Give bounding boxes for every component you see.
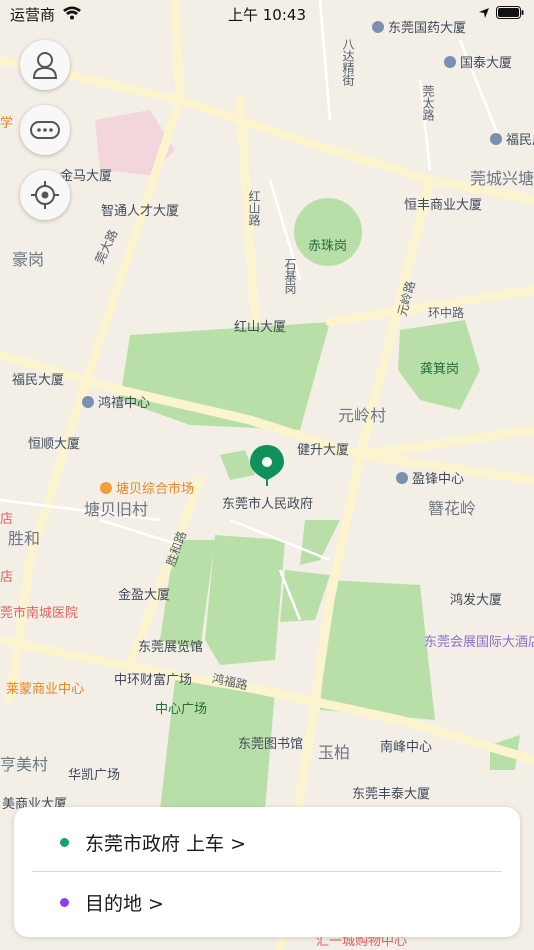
map-label: 福民广场 [490, 133, 534, 149]
destination-dot-icon [60, 897, 69, 907]
map-label: 学 [0, 116, 14, 131]
map-label: 元岭村 [338, 406, 387, 425]
map-label: 店 [0, 512, 14, 527]
map-label: 智通人才大厦 [101, 204, 180, 219]
building-icon [444, 56, 456, 68]
location-arrow-icon [479, 7, 489, 18]
map-label: 豪岗 [12, 250, 45, 269]
building-icon [490, 133, 502, 145]
road-label: 八达精街 [341, 38, 355, 86]
map-label: 龚箕岗 [420, 362, 460, 377]
trip-panel: 东莞市政府 上车 > 目的地 > [14, 807, 520, 937]
market-icon [100, 482, 112, 494]
map-label: 中环财富广场 [114, 673, 193, 688]
map-label: 盈锋中心 [396, 472, 464, 488]
map-label: 健升大厦 [297, 443, 350, 458]
map-label: 塘贝综合市场 [100, 482, 194, 498]
map-label: 东莞丰泰大厦 [352, 787, 431, 802]
map-label: 赤珠岗 [308, 239, 348, 254]
pickup-row[interactable]: 东莞市政府 上车 > [14, 812, 520, 872]
pickup-dot-icon [60, 837, 69, 847]
map-label: 胜和 [8, 529, 41, 548]
profile-button[interactable] [20, 40, 70, 90]
map-label: 东莞展览馆 [138, 640, 204, 655]
building-icon [82, 396, 94, 408]
locate-button[interactable] [20, 170, 70, 220]
map-label: 恒丰商业大厦 [404, 198, 483, 213]
user-icon [32, 52, 58, 79]
chat-bubble-icon [30, 121, 60, 139]
building-icon [396, 472, 408, 484]
map-label: 东莞市人民政府 [222, 497, 314, 512]
map-label: 福民大厦 [12, 373, 65, 388]
map-label: 中心广场 [155, 702, 208, 717]
map-label: 店 [0, 570, 14, 585]
map-label: 莞城兴塘 [470, 169, 534, 188]
map-label: 鸿禧中心 [82, 396, 150, 412]
road-label: 石基岗 [283, 258, 297, 294]
map-label: 莞市南城医院 [0, 606, 79, 621]
map-label: 塘贝旧村 [84, 500, 149, 519]
map-label: 恒顺大厦 [28, 437, 81, 452]
map-label: 南峰中心 [380, 740, 433, 755]
destination-row[interactable]: 目的地 > [14, 872, 520, 932]
messages-button[interactable] [20, 105, 70, 155]
map-label: 金马大厦 [60, 169, 113, 184]
crosshair-icon [31, 181, 59, 209]
road-label: 红山路 [247, 190, 261, 226]
map-label: 玉柏 [318, 743, 351, 762]
map-label: 亨美村 [0, 755, 49, 774]
map-label: 东莞会展国际大酒店 [424, 635, 534, 650]
map-label: 国泰大厦 [444, 56, 512, 72]
map-label: 莱蒙商业中心 [6, 682, 85, 697]
destination-label: 目的地 > [85, 892, 164, 915]
status-icons [478, 6, 524, 19]
map-label: 红山大厦 [234, 320, 287, 335]
map-label: 鸿发大厦 [450, 593, 503, 608]
wifi-icon [63, 6, 81, 20]
pickup-label: 东莞市政府 上车 > [85, 832, 246, 855]
map-label: 金盈大厦 [118, 588, 171, 603]
map-label: 华凯广场 [68, 768, 121, 783]
road-label: 莞太路 [421, 85, 435, 121]
map-label: 簪花岭 [428, 499, 477, 518]
battery-icon [496, 6, 524, 19]
road-label: 环中路 [428, 306, 465, 320]
map-label: 东莞图书馆 [238, 737, 304, 752]
